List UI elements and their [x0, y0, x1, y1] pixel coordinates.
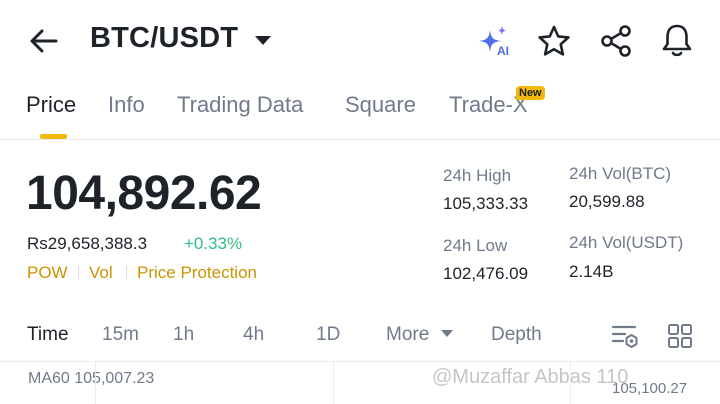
timeframe-15m[interactable]: 15m [102, 324, 139, 346]
back-arrow-icon[interactable] [28, 26, 60, 56]
timeframe-time[interactable]: Time [27, 324, 69, 346]
share-icon[interactable] [598, 24, 634, 58]
chart-gridline [95, 362, 96, 404]
tag-price-protection[interactable]: Price Protection [137, 263, 257, 283]
tabs-divider [0, 139, 720, 140]
layout-grid-icon[interactable] [666, 322, 694, 350]
ma60-indicator: MA60 105,007.23 [28, 370, 155, 387]
stat-24h-vol-btc-label: 24h Vol(BTC) [569, 164, 672, 183]
tag-vol[interactable]: Vol [89, 263, 113, 283]
stat-24h-vol-usdt-label: 24h Vol(USDT) [569, 233, 684, 252]
fiat-price: Rs29,658,388.3 [27, 234, 148, 253]
new-badge: New [516, 86, 545, 100]
chevron-down-icon[interactable] [441, 330, 453, 337]
stat-24h-high-value: 105,333.33 [443, 194, 529, 213]
stat-24h-high-label: 24h High [443, 166, 512, 185]
stat-24h-low-value: 102,476.09 [443, 264, 529, 283]
tab-trading-data[interactable]: Trading Data [177, 92, 303, 118]
timeframe-1h[interactable]: 1h [173, 324, 194, 346]
indicator-settings-icon[interactable] [610, 322, 640, 350]
pair-dropdown-caret-icon[interactable] [255, 36, 271, 45]
stat-24h-vol-btc-value: 20,599.88 [569, 192, 645, 211]
stat-24h-vol-usdt-value: 2.14B [569, 262, 614, 281]
tag-separator [78, 266, 79, 279]
ai-sparkle-icon[interactable]: AI [474, 24, 512, 58]
trading-pair-title[interactable]: BTC/USDT [90, 22, 238, 55]
tab-square[interactable]: Square [345, 92, 416, 118]
tag-separator [126, 266, 127, 279]
timeframe-divider [0, 361, 720, 362]
timeframe-4h[interactable]: 4h [243, 324, 264, 346]
tag-pow[interactable]: POW [27, 263, 68, 283]
bell-icon[interactable] [660, 22, 694, 58]
ai-label: AI [497, 44, 509, 58]
stat-24h-low-label: 24h Low [443, 236, 508, 255]
chart-gridline [333, 362, 334, 404]
watermark-text: @Muzaffar Abbas 110 [432, 366, 629, 388]
tab-info[interactable]: Info [108, 92, 145, 118]
last-price: 104,892.62 [26, 167, 262, 220]
price-change: +0.33% [184, 234, 243, 253]
depth-tab[interactable]: Depth [491, 324, 542, 346]
star-icon[interactable] [536, 24, 572, 58]
timeframe-more[interactable]: More [386, 324, 429, 346]
timeframe-1d[interactable]: 1D [316, 324, 340, 346]
tab-price[interactable]: Price [26, 92, 76, 118]
